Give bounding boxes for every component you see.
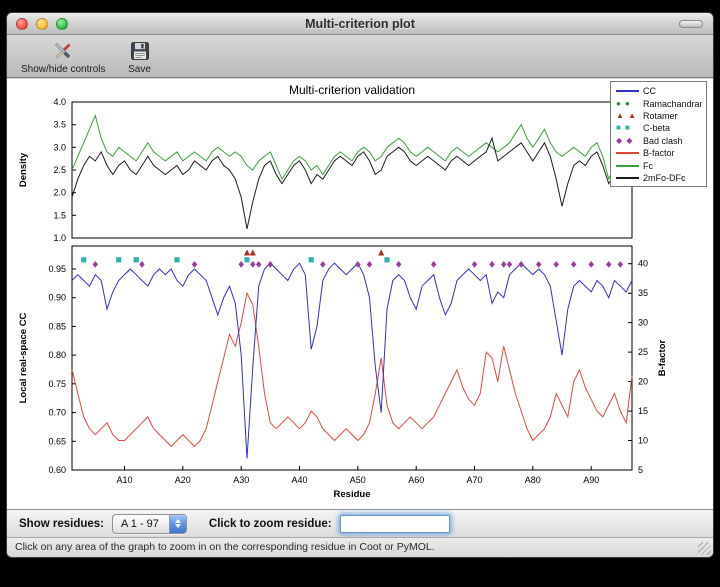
svg-text:0.60: 0.60: [48, 465, 66, 475]
popup-stepper-icon: [169, 515, 186, 533]
legend-entry: ◆ ◆Bad clash: [616, 135, 702, 147]
window-title: Multi-criterion plot: [7, 17, 713, 31]
save-icon: [128, 39, 152, 63]
legend-entry: ▲ ▲Rotamer: [616, 110, 702, 122]
svg-text:A80: A80: [525, 475, 541, 485]
show-residues-value: A 1 - 97: [113, 515, 169, 533]
desktop: Multi-criterion plot Show/hide controls: [0, 0, 720, 587]
svg-text:30: 30: [638, 318, 648, 328]
legend: CC● ●Ramachandran▲ ▲Rotamer■ ■C-beta◆ ◆B…: [610, 81, 707, 187]
svg-text:A70: A70: [466, 475, 482, 485]
plot-canvas[interactable]: Multi-criterion validation 1.0 1.5 2.0 2.5 3.…: [10, 80, 710, 516]
svg-text:Residue: Residue: [334, 489, 371, 500]
svg-text:0.80: 0.80: [48, 350, 66, 360]
bottom-controls-bar: Show residues: A 1 - 97 Click to zoom re…: [7, 509, 713, 537]
zoom-button[interactable]: [56, 18, 68, 30]
toolbar-button-label: Save: [128, 64, 151, 75]
legend-entry: ● ●Ramachandran: [616, 97, 702, 109]
svg-text:0.65: 0.65: [48, 436, 66, 446]
svg-text:2.0: 2.0: [53, 188, 66, 198]
zoom-residue-label: Click to zoom residue:: [209, 518, 332, 530]
svg-text:10: 10: [638, 436, 648, 446]
svg-text:A10: A10: [116, 475, 132, 485]
legend-entry: ■ ■C-beta: [616, 122, 702, 134]
save-button[interactable]: Save: [124, 38, 156, 76]
svg-text:B-factor: B-factor: [657, 339, 668, 376]
legend-entry: 2mFo-DFc: [616, 172, 702, 184]
svg-text:20: 20: [638, 377, 648, 387]
svg-text:15: 15: [638, 406, 648, 416]
title-bar[interactable]: Multi-criterion plot: [7, 13, 713, 35]
svg-text:Density: Density: [18, 152, 29, 187]
show-residues-select[interactable]: A 1 - 97: [112, 514, 187, 534]
toolbar-button-label: Show/hide controls: [21, 64, 106, 75]
svg-text:1.5: 1.5: [53, 210, 66, 220]
tools-icon: [51, 39, 75, 63]
multi-criterion-figure[interactable]: Multi-criterion validation 1.0 1.5 2.0 2.5 3.…: [10, 80, 710, 511]
svg-text:0.90: 0.90: [48, 293, 66, 303]
minimize-button[interactable]: [36, 18, 48, 30]
svg-text:2.5: 2.5: [53, 165, 66, 175]
resize-grip-icon[interactable]: [698, 542, 711, 555]
svg-text:5: 5: [638, 465, 643, 475]
svg-text:0.70: 0.70: [48, 408, 66, 418]
plot-content-area: Multi-criterion validation 1.0 1.5 2.0 2.5 3.…: [7, 79, 713, 509]
svg-text:A60: A60: [408, 475, 424, 485]
validation-plot-svg: Multi-criterion validation 1.0 1.5 2.0 2.5 3.…: [10, 80, 710, 511]
status-text: Click on any area of the graph to zoom i…: [15, 541, 435, 553]
svg-text:A90: A90: [583, 475, 599, 485]
show-hide-controls-button[interactable]: Show/hide controls: [17, 38, 110, 76]
legend-entry: Fc: [616, 159, 702, 171]
legend-entry: CC: [616, 85, 702, 97]
status-bar: Click on any area of the graph to zoom i…: [7, 537, 713, 557]
svg-text:0.75: 0.75: [48, 379, 66, 389]
toolbar-toggle-pill[interactable]: [679, 20, 703, 28]
window-controls: [16, 18, 68, 30]
svg-text:40: 40: [638, 259, 648, 269]
multi-criterion-plot-window: Multi-criterion plot Show/hide controls: [6, 12, 714, 558]
svg-text:Local real-space CC: Local real-space CC: [18, 312, 29, 403]
legend-entry: B-factor: [616, 147, 702, 159]
svg-text:A50: A50: [350, 475, 366, 485]
svg-text:Multi-criterion validation: Multi-criterion validation: [289, 83, 415, 97]
svg-text:3.5: 3.5: [53, 120, 66, 130]
svg-text:A20: A20: [175, 475, 191, 485]
svg-text:4.0: 4.0: [53, 97, 66, 107]
svg-text:25: 25: [638, 347, 648, 357]
svg-text:0.85: 0.85: [48, 321, 66, 331]
show-residues-label: Show residues:: [19, 518, 104, 530]
svg-text:A30: A30: [233, 475, 249, 485]
svg-text:3.0: 3.0: [53, 142, 66, 152]
svg-text:0.95: 0.95: [48, 264, 66, 274]
close-button[interactable]: [16, 18, 28, 30]
svg-text:1.0: 1.0: [53, 233, 66, 243]
svg-text:35: 35: [638, 288, 648, 298]
zoom-residue-input[interactable]: [340, 515, 450, 533]
toolbar: Show/hide controls Save: [7, 35, 713, 78]
svg-text:A40: A40: [291, 475, 307, 485]
